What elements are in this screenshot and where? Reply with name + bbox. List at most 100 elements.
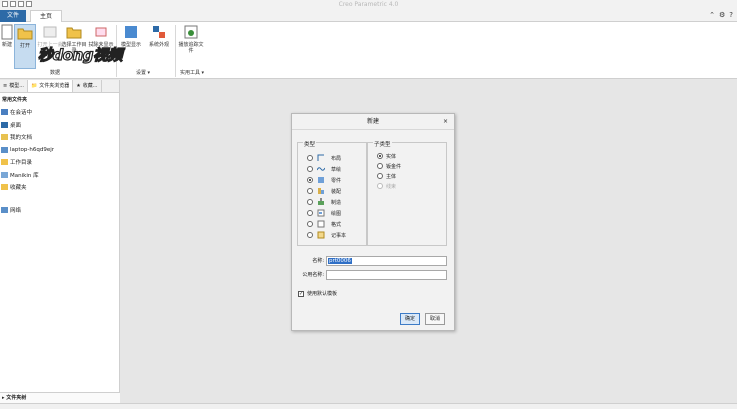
subtype-sheetmetal-radio[interactable]: 钣金件 bbox=[377, 161, 401, 171]
navigator-tabs: ≡ 模型... 📁 文件夹浏览器 ★ 收藏... bbox=[0, 80, 119, 93]
help-area: ⌃ ⚙ ? bbox=[709, 11, 733, 19]
open-button[interactable]: 打开 bbox=[14, 24, 36, 69]
nav-item-working-directory[interactable]: 工作目录 bbox=[0, 156, 119, 169]
workdir-icon bbox=[1, 159, 8, 166]
favorites-icon bbox=[1, 184, 8, 191]
window-title: Creo Parametric 4.0 bbox=[338, 1, 399, 8]
type-notebook-radio[interactable]: 记事本 bbox=[307, 230, 346, 240]
common-name-input[interactable] bbox=[326, 269, 447, 280]
sketch-icon bbox=[317, 167, 325, 171]
close-icon[interactable]: × bbox=[443, 114, 448, 130]
use-default-template-checkbox[interactable]: ✓ 使用默认模板 bbox=[298, 290, 337, 297]
common-name-row: 公用名称: bbox=[296, 269, 447, 280]
favorites-tab-icon: ★ bbox=[76, 83, 81, 89]
radio-control bbox=[307, 221, 313, 227]
subtype-legend: 子类型 bbox=[373, 142, 392, 148]
documents-icon bbox=[1, 134, 8, 141]
radio-control bbox=[307, 166, 313, 172]
type-manufacturing-radio[interactable]: 制造 bbox=[307, 197, 341, 207]
tab-folder-browser[interactable]: 📁 文件夹浏览器 bbox=[27, 80, 74, 92]
tab-file[interactable]: 文件 bbox=[0, 10, 26, 22]
type-part-radio[interactable]: 零件 bbox=[307, 175, 341, 185]
nav-item-favorites[interactable]: 收藏夹 bbox=[0, 181, 119, 194]
radio-control bbox=[307, 188, 313, 194]
type-legend: 类型 bbox=[303, 142, 317, 148]
nav-item-computer[interactable]: laptop-h6qd9ejr bbox=[0, 144, 119, 157]
common-name-label: 公用名称: bbox=[302, 272, 324, 278]
group-label-settings[interactable]: 设置 ▾ bbox=[128, 69, 158, 76]
radio-control bbox=[307, 177, 313, 183]
group-label-utilities[interactable]: 实用工具 ▾ bbox=[176, 69, 208, 76]
question-icon[interactable]: ? bbox=[729, 11, 733, 19]
tab-model-tree[interactable]: ≡ 模型... bbox=[0, 80, 28, 92]
layout-icon bbox=[317, 154, 324, 161]
radio-control bbox=[307, 155, 313, 161]
manufacturing-icon bbox=[318, 198, 324, 205]
working-directory-icon bbox=[66, 27, 82, 39]
name-value: prt0006 bbox=[328, 257, 352, 264]
drawing-icon bbox=[317, 209, 325, 217]
video-watermark: 秒dong视频 bbox=[37, 45, 123, 64]
help-icon[interactable]: ⚙ bbox=[719, 11, 725, 19]
new-document-icon bbox=[1, 24, 13, 40]
name-input[interactable]: prt0006 bbox=[326, 255, 447, 266]
radio-control bbox=[377, 173, 383, 179]
type-assembly-radio[interactable]: 装配 bbox=[307, 186, 341, 196]
radio-control bbox=[307, 199, 313, 205]
subtype-harness-radio: 线束 bbox=[377, 181, 396, 191]
system-appearance-button[interactable]: 系统外观 bbox=[146, 24, 172, 48]
computer-icon bbox=[1, 146, 8, 153]
tab-favorites[interactable]: ★ 收藏... bbox=[73, 80, 102, 92]
dialog-title: 新建 bbox=[366, 118, 379, 125]
notebook-icon bbox=[317, 231, 325, 239]
folder-icon: 📁 bbox=[30, 83, 38, 89]
name-row: 名称: prt0006 bbox=[296, 255, 447, 266]
desktop-icon bbox=[1, 121, 8, 128]
subtype-solid-radio[interactable]: 实体 bbox=[377, 151, 396, 161]
subtype-group: 子类型 实体 钣金件 主体 线束 bbox=[367, 142, 447, 246]
nav-item-in-session[interactable]: 在会话中 bbox=[0, 106, 119, 119]
format-icon bbox=[317, 220, 325, 228]
type-layout-radio[interactable]: 布局 bbox=[307, 153, 341, 163]
playback-trail-button[interactable]: 播放追踪文件 bbox=[178, 24, 204, 54]
checkbox-checked-icon: ✓ bbox=[298, 290, 304, 297]
network-icon bbox=[1, 206, 8, 213]
subtype-body-radio[interactable]: 主体 bbox=[377, 171, 396, 181]
ribbon: 新建 打开 打开上一会话 选择工作目录 拭除未显示的 模型显示 系统外观 播放追… bbox=[0, 22, 737, 79]
title-bar: Creo Parametric 4.0 bbox=[0, 0, 737, 10]
playback-icon bbox=[184, 25, 198, 39]
session-icon bbox=[1, 109, 8, 116]
model-display-icon bbox=[125, 26, 137, 38]
assembly-icon bbox=[318, 188, 324, 194]
dialog-title-bar: 新建 × bbox=[292, 114, 454, 130]
nav-item-my-documents[interactable]: 我的文档 bbox=[0, 131, 119, 144]
radio-control bbox=[377, 163, 383, 169]
new-dialog: 新建 × 类型 布局 草绘 零件 装配 制造 绘图 格式 记事本 子类型 实体 … bbox=[291, 113, 455, 331]
radio-control bbox=[307, 210, 313, 216]
radio-control bbox=[377, 183, 383, 189]
last-session-icon bbox=[43, 26, 57, 38]
common-folders-title: 常用文件夹 bbox=[2, 97, 28, 103]
library-icon bbox=[1, 171, 8, 178]
radio-control bbox=[307, 232, 313, 238]
nav-item-manikin-library[interactable]: Manikin 库 bbox=[0, 169, 119, 182]
group-label-data: 数据 bbox=[49, 70, 60, 76]
navigator-panel: ≡ 模型... 📁 文件夹浏览器 ★ 收藏... 常用文件夹 在会话中 桌面 我的文档… bbox=[0, 80, 120, 403]
collapse-ribbon-icon[interactable]: ⌃ bbox=[709, 11, 715, 19]
cancel-button[interactable]: 取消 bbox=[425, 313, 445, 325]
nav-item-desktop[interactable]: 桌面 bbox=[0, 119, 119, 132]
folder-tree-toggle[interactable]: ▸ 文件夹树 bbox=[0, 392, 120, 403]
system-appearance-icon bbox=[153, 26, 165, 38]
nav-item-network[interactable]: 网络 bbox=[0, 204, 119, 217]
name-label: 名称: bbox=[312, 258, 324, 264]
status-bar bbox=[0, 403, 737, 409]
open-folder-icon bbox=[17, 28, 33, 40]
model-tree-icon: ≡ bbox=[3, 83, 8, 89]
type-format-radio[interactable]: 格式 bbox=[307, 219, 341, 229]
type-sketch-radio[interactable]: 草绘 bbox=[307, 164, 341, 174]
erase-icon bbox=[95, 27, 107, 37]
ribbon-tab-row: 文件 主页 ⌃ ⚙ ? bbox=[0, 10, 737, 23]
part-icon bbox=[318, 177, 324, 183]
ok-button[interactable]: 确定 bbox=[400, 313, 420, 325]
type-drawing-radio[interactable]: 绘图 bbox=[307, 208, 341, 218]
